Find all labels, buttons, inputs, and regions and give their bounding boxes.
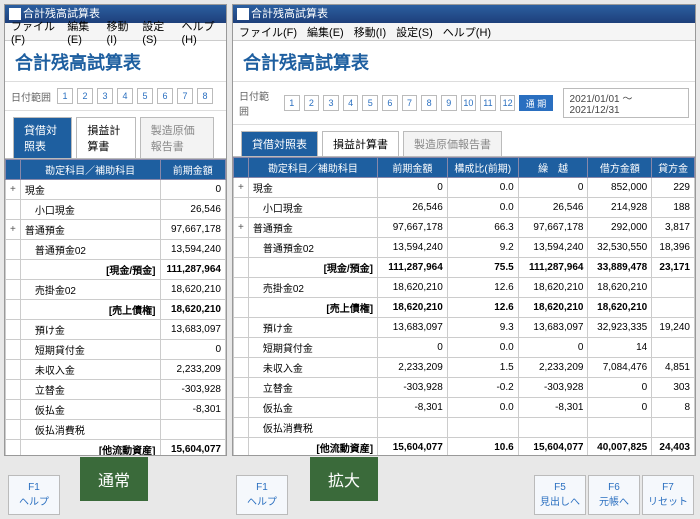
table-row[interactable]: 未収入金2,233,209 xyxy=(6,360,226,380)
app-icon xyxy=(237,8,249,20)
table-row[interactable]: 普通預金0213,594,240 xyxy=(6,240,226,260)
month-10[interactable]: 10 xyxy=(461,95,477,111)
window-title: 合計残高試算表 xyxy=(251,5,328,23)
page-title: 合計残高試算表 xyxy=(5,41,226,82)
mode-label-normal: 通常 xyxy=(80,457,148,501)
menu-help[interactable]: ヘルプ(H) xyxy=(443,24,491,40)
table-row[interactable]: 売掛金0218,620,210 xyxy=(6,280,226,300)
fkey-row-left: F1ヘルプ xyxy=(8,475,62,515)
month-6[interactable]: 6 xyxy=(382,95,398,111)
table-row[interactable]: 売掛金0218,620,21012.618,620,21018,620,210 xyxy=(234,278,695,298)
month-7[interactable]: 7 xyxy=(177,88,193,104)
tab-row: 貸借対照表 損益計算書 製造原価報告書 xyxy=(233,125,695,157)
month-4[interactable]: 4 xyxy=(117,88,133,104)
menu-settings[interactable]: 設定(S) xyxy=(142,18,171,46)
tab-row: 貸借対照表 損益計算書 製造原価報告書 xyxy=(5,111,226,159)
table-row[interactable]: 短期貸付金00.0014 xyxy=(234,338,695,358)
table-row[interactable]: 仮払金-8,301 xyxy=(6,400,226,420)
menu-edit[interactable]: 編集(E) xyxy=(67,18,96,46)
menu-settings[interactable]: 設定(S) xyxy=(396,24,433,40)
table-row[interactable]: 立替金-303,928 xyxy=(6,380,226,400)
grid-scroll[interactable]: 勘定科目／補助科目前期金額+現金0小口現金26,546+普通預金97,667,1… xyxy=(5,159,226,456)
grid-scroll[interactable]: 勘定科目／補助科目前期金額構成比(前期)繰 越借方金額貸方金+現金00.0085… xyxy=(233,157,695,456)
month-5[interactable]: 5 xyxy=(362,95,378,111)
table-row[interactable]: 仮払金-8,3010.0-8,30108 xyxy=(234,398,695,418)
table-row[interactable]: [現金/預金]111,287,96475.5111,287,96433,889,… xyxy=(234,258,695,278)
table-row[interactable]: [他流動資産]15,604,077 xyxy=(6,440,226,457)
table-row[interactable]: 小口現金26,546 xyxy=(6,200,226,220)
table-row[interactable]: +現金00.00852,000229 xyxy=(234,178,695,198)
month-12[interactable]: 12 xyxy=(500,95,516,111)
trial-balance-grid: 勘定科目／補助科目前期金額+現金0小口現金26,546+普通預金97,667,1… xyxy=(5,159,226,456)
month-1[interactable]: 1 xyxy=(57,88,73,104)
date-label: 日付範囲 xyxy=(239,88,278,118)
month-4[interactable]: 4 xyxy=(343,95,359,111)
menu-file[interactable]: ファイル(F) xyxy=(11,18,57,46)
table-row[interactable]: 短期貸付金0 xyxy=(6,340,226,360)
f7-button[interactable]: F7リセット xyxy=(642,475,694,515)
table-row[interactable]: +現金0 xyxy=(6,180,226,200)
table-row[interactable]: 立替金-303,928-0.2-303,9280303 xyxy=(234,378,695,398)
page-title: 合計残高試算表 xyxy=(233,41,695,82)
month-3[interactable]: 3 xyxy=(323,95,339,111)
month-3[interactable]: 3 xyxy=(97,88,113,104)
menu-help[interactable]: ヘルプ(H) xyxy=(182,18,220,46)
menu-move[interactable]: 移動(I) xyxy=(354,24,386,40)
table-row[interactable]: [他流動資産]15,604,07710.615,604,07740,007,82… xyxy=(234,438,695,457)
month-6[interactable]: 6 xyxy=(157,88,173,104)
f1-button[interactable]: F1ヘルプ xyxy=(8,475,60,515)
month-8[interactable]: 8 xyxy=(197,88,213,104)
table-row[interactable]: 未収入金2,233,2091.52,233,2097,084,4764,851 xyxy=(234,358,695,378)
menu-edit[interactable]: 編集(E) xyxy=(307,24,344,40)
month-1[interactable]: 1 xyxy=(284,95,300,111)
tab-pl[interactable]: 損益計算書 xyxy=(76,117,135,158)
period-button[interactable]: 通 期 xyxy=(519,95,552,111)
table-row[interactable]: +普通預金97,667,178 xyxy=(6,220,226,240)
table-row[interactable]: [売上債権]18,620,21012.618,620,21018,620,210 xyxy=(234,298,695,318)
month-9[interactable]: 9 xyxy=(441,95,457,111)
table-row[interactable]: 仮払消費税 xyxy=(234,418,695,438)
month-7[interactable]: 7 xyxy=(402,95,418,111)
table-row[interactable]: 預け金13,683,0979.313,683,09732,923,33519,2… xyxy=(234,318,695,338)
trial-balance-grid: 勘定科目／補助科目前期金額構成比(前期)繰 越借方金額貸方金+現金00.0085… xyxy=(233,157,695,456)
date-range-row: 日付範囲 1 2 3 4 5 6 7 8 9 10 11 12 通 期 2021… xyxy=(233,82,695,125)
menubar: ファイル(F) 編集(E) 移動(I) 設定(S) ヘルプ(H) xyxy=(233,23,695,41)
tab-mfg[interactable]: 製造原価報告書 xyxy=(403,131,502,156)
month-8[interactable]: 8 xyxy=(421,95,437,111)
mode-label-zoom: 拡大 xyxy=(310,457,378,501)
month-11[interactable]: 11 xyxy=(480,95,496,111)
menu-move[interactable]: 移動(I) xyxy=(106,18,132,46)
menubar: ファイル(F) 編集(E) 移動(I) 設定(S) ヘルプ(H) xyxy=(5,23,226,41)
tab-pl[interactable]: 損益計算書 xyxy=(322,131,399,156)
f5-button[interactable]: F5見出しへ xyxy=(534,475,586,515)
tab-bs[interactable]: 貸借対照表 xyxy=(13,117,72,158)
f6-button[interactable]: F6元帳へ xyxy=(588,475,640,515)
table-row[interactable]: 小口現金26,5460.026,546214,928188 xyxy=(234,198,695,218)
date-label: 日付範囲 xyxy=(11,89,51,104)
f1-button[interactable]: F1ヘルプ xyxy=(236,475,288,515)
fkey-row-right: F1ヘルプ xyxy=(236,475,290,515)
tab-bs[interactable]: 貸借対照表 xyxy=(241,131,318,156)
table-row[interactable]: +普通預金97,667,17866.397,667,178292,0003,81… xyxy=(234,218,695,238)
date-range-display: 2021/01/01 ～ 2021/12/31 xyxy=(563,88,690,118)
titlebar: 合計残高試算表 xyxy=(233,5,695,23)
menu-file[interactable]: ファイル(F) xyxy=(239,24,297,40)
table-row[interactable]: [現金/預金]111,287,964 xyxy=(6,260,226,280)
month-5[interactable]: 5 xyxy=(137,88,153,104)
date-range-row: 日付範囲 1 2 3 4 5 6 7 8 xyxy=(5,82,226,111)
table-row[interactable]: 普通預金0213,594,2409.213,594,24032,530,5501… xyxy=(234,238,695,258)
window-normal: 合計残高試算表 ファイル(F) 編集(E) 移動(I) 設定(S) ヘルプ(H)… xyxy=(4,4,227,456)
table-row[interactable]: 預け金13,683,097 xyxy=(6,320,226,340)
month-2[interactable]: 2 xyxy=(304,95,320,111)
table-row[interactable]: 仮払消費税 xyxy=(6,420,226,440)
window-zoom: 合計残高試算表 ファイル(F) 編集(E) 移動(I) 設定(S) ヘルプ(H)… xyxy=(232,4,696,456)
month-2[interactable]: 2 xyxy=(77,88,93,104)
table-row[interactable]: [売上債権]18,620,210 xyxy=(6,300,226,320)
fkey-row-right2: F5見出しへ F6元帳へ F7リセット xyxy=(534,475,696,515)
tab-mfg[interactable]: 製造原価報告書 xyxy=(140,117,214,158)
